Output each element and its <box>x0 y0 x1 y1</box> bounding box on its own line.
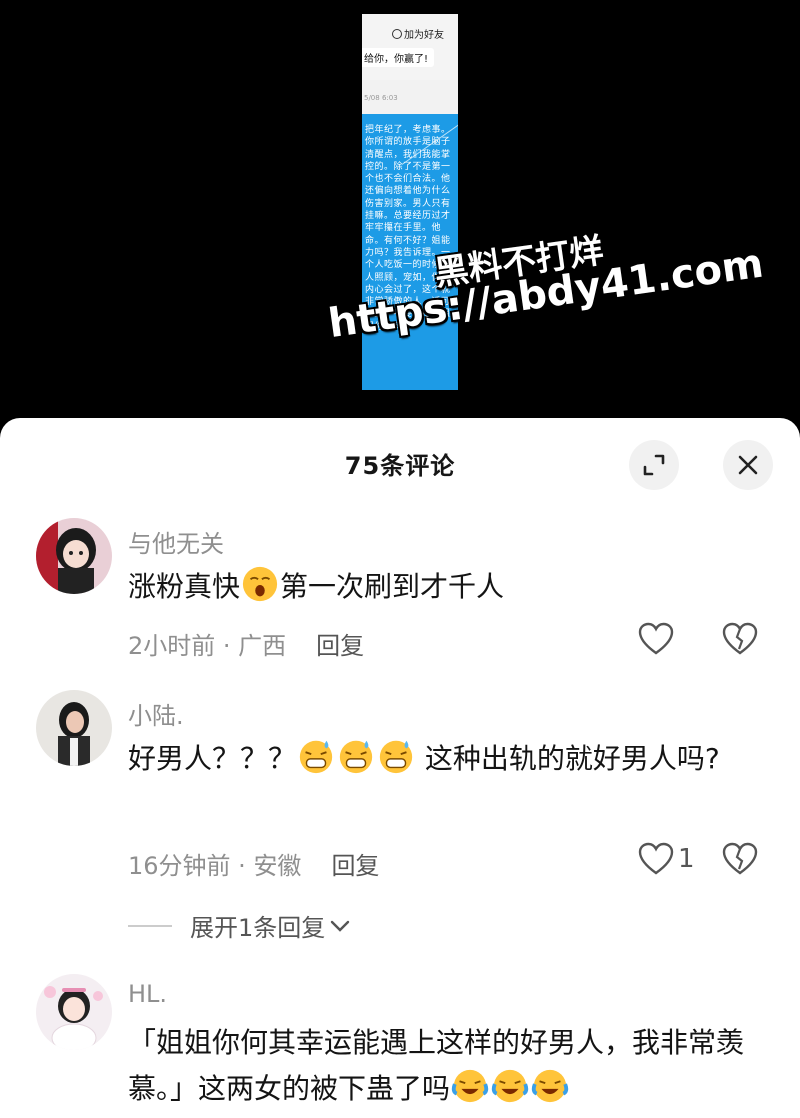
comment-author[interactable]: 与他无关 <box>128 524 224 559</box>
avatar[interactable] <box>36 690 112 766</box>
comment-meta: 16分钟前 · 安徽 回复 <box>128 846 379 881</box>
comment-text-part: 涨粉真快 <box>128 570 241 603</box>
like-count: 1 <box>678 844 695 874</box>
separator: · <box>215 632 239 660</box>
reply-button[interactable]: 回复 <box>331 852 379 880</box>
like-button[interactable] <box>638 622 674 656</box>
comment-text-part: 这种出轨的就好男人吗? <box>416 742 720 775</box>
sheet-header: 75条评论 <box>0 418 800 508</box>
laugh-cry-emoji-icon <box>531 1069 569 1103</box>
avatar-image <box>36 690 112 766</box>
avatar[interactable] <box>36 974 112 1050</box>
comment-count-title: 75条评论 <box>344 452 456 480</box>
expand-icon <box>643 454 665 476</box>
expand-replies-button[interactable]: 展开1条回复 <box>128 908 351 943</box>
grin-sweat-emoji-icon <box>339 740 373 774</box>
comment-author[interactable]: HL. <box>128 980 167 1008</box>
chevron-down-icon <box>331 920 350 932</box>
divider <box>128 924 172 927</box>
close-icon <box>738 455 758 475</box>
person-icon <box>392 29 402 39</box>
broken-heart-icon <box>722 842 758 875</box>
heart-icon <box>638 842 674 875</box>
like-button[interactable]: 1 <box>638 842 695 876</box>
dislike-button[interactable] <box>722 622 758 660</box>
avatar-image <box>36 518 112 594</box>
comment-text-part: 第一次刷到才千人 <box>280 570 505 603</box>
grin-sweat-emoji-icon <box>299 740 333 774</box>
avatar-image <box>36 974 112 1050</box>
comment-text: 好男人？？？ 这种出轨的就好男人吗? <box>128 736 768 782</box>
comment-text: 「姐姐你何其幸运能遇上这样的好男人，我非常羡慕。」这两女的被下蛊了吗 <box>128 1020 768 1112</box>
video-player[interactable]: 加为好友 给你，你赢了! 5/08 6:03 把年纪了，考虑事。你所谓的放手是脑… <box>0 0 800 420</box>
comment-text-part: 好男人？？？ <box>128 742 297 775</box>
comment-location: 安徽 <box>253 852 302 880</box>
comment-time: 16分钟前 <box>128 852 231 880</box>
heart-icon <box>638 622 674 655</box>
comment-meta: 2小时前 · 广西 回复 <box>128 626 364 661</box>
grin-sweat-emoji-icon <box>379 740 413 774</box>
chat-time: 5/08 6:03 <box>364 94 398 102</box>
yawn-emoji-icon <box>242 566 278 602</box>
laugh-cry-emoji-icon <box>451 1069 489 1103</box>
close-button[interactable] <box>723 440 773 490</box>
dislike-button[interactable] <box>722 842 758 880</box>
add-friend-label: 加为好友 <box>392 26 444 41</box>
comment-text: 涨粉真快 第一次刷到才千人 <box>128 564 768 610</box>
chat-message-top: 给你，你赢了! <box>362 48 435 67</box>
laugh-cry-emoji-icon <box>491 1069 529 1103</box>
comment-author[interactable]: 小陆. <box>128 696 184 731</box>
broken-heart-icon <box>722 622 758 655</box>
comment-sheet: 75条评论 与他无关 涨粉真快 第一次刷到才千人 2小时前 · 广西 回复 小陆… <box>0 418 800 1118</box>
comment-text-part: 「姐姐你何其幸运能遇上这样的好男人，我非常羡慕。」这两女的被下蛊了吗 <box>128 1026 745 1105</box>
comment-location: 广西 <box>238 632 287 660</box>
comment-time: 2小时前 <box>128 632 216 660</box>
reply-button[interactable]: 回复 <box>316 632 364 660</box>
avatar[interactable] <box>36 518 112 594</box>
expand-button[interactable] <box>629 440 679 490</box>
expand-replies-label: 展开1条回复 <box>190 914 326 942</box>
separator: · <box>230 852 254 880</box>
